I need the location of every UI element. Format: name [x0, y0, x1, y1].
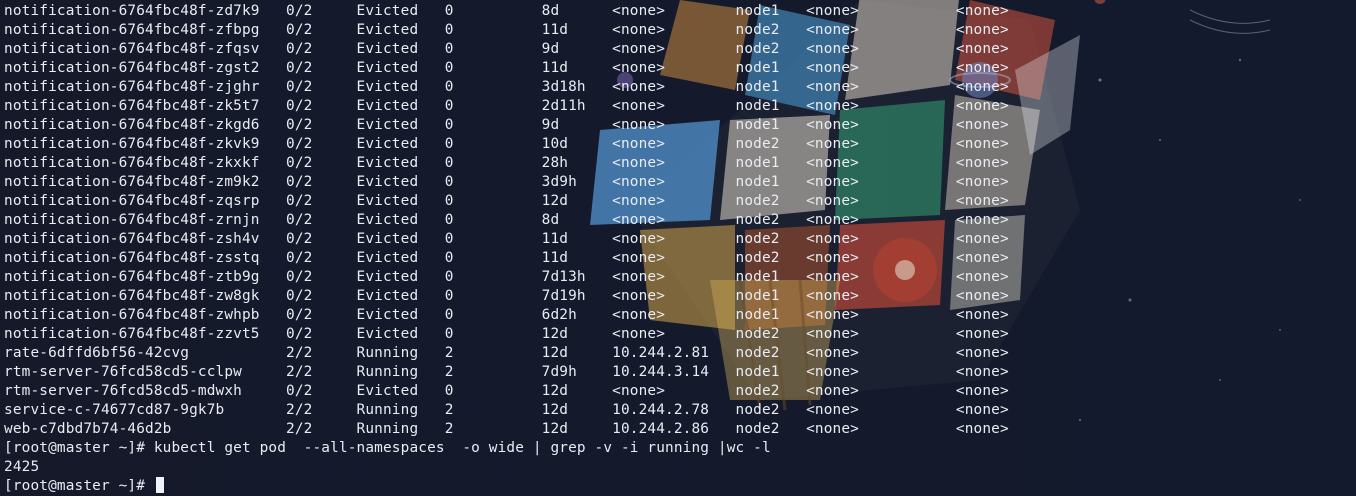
output-line: notification-6764fbc48f-zw8gk 0/2 Evicte…	[4, 288, 1009, 304]
output-line: notification-6764fbc48f-zfbpg 0/2 Evicte…	[4, 22, 1009, 38]
output-line: notification-6764fbc48f-zgst2 0/2 Evicte…	[4, 60, 1009, 76]
output-line: notification-6764fbc48f-zsh4v 0/2 Evicte…	[4, 231, 1009, 247]
output-line: notification-6764fbc48f-zfqsv 0/2 Evicte…	[4, 41, 1009, 57]
text-cursor	[155, 477, 164, 493]
output-line: rtm-server-76fcd58cd5-mdwxh 0/2 Evicted …	[4, 383, 1009, 399]
output-line: notification-6764fbc48f-zwhpb 0/2 Evicte…	[4, 307, 1009, 323]
output-line: rate-6dffd6bf56-42cvg 2/2 Running 2 12d …	[4, 345, 1009, 361]
starfield-decoration	[1078, 9, 1301, 422]
output-line: notification-6764fbc48f-zkgd6 0/2 Evicte…	[4, 117, 1009, 133]
output-line: notification-6764fbc48f-zqsrp 0/2 Evicte…	[4, 193, 1009, 209]
output-line: web-c7dbd7b74-46d2b 2/2 Running 2 12d 10…	[4, 421, 1009, 437]
prompt-line[interactable]: [root@master ~]#	[4, 477, 1009, 496]
output-line: service-c-74677cd87-9gk7b 2/2 Running 2 …	[4, 402, 1009, 418]
output-line: notification-6764fbc48f-zzvt5 0/2 Evicte…	[4, 326, 1009, 342]
command-line: [root@master ~]# kubectl get pod --all-n…	[4, 440, 771, 456]
output-line: notification-6764fbc48f-zkxkf 0/2 Evicte…	[4, 155, 1009, 171]
output-line: rtm-server-76fcd58cd5-cclpw 2/2 Running …	[4, 364, 1009, 380]
output-line: notification-6764fbc48f-zm9k2 0/2 Evicte…	[4, 174, 1009, 190]
output-line: notification-6764fbc48f-ztb9g 0/2 Evicte…	[4, 269, 1009, 285]
output-line: notification-6764fbc48f-zrnjn 0/2 Evicte…	[4, 212, 1009, 228]
command-result: 2425	[4, 459, 40, 475]
terminal-output: notification-6764fbc48f-zd7k9 0/2 Evicte…	[4, 2, 1009, 496]
shell-prompt: [root@master ~]#	[4, 478, 154, 494]
output-line: notification-6764fbc48f-zsstq 0/2 Evicte…	[4, 250, 1009, 266]
output-line: notification-6764fbc48f-zjghr 0/2 Evicte…	[4, 79, 1009, 95]
output-line: notification-6764fbc48f-zd7k9 0/2 Evicte…	[4, 3, 1009, 19]
output-line: notification-6764fbc48f-zkvk9 0/2 Evicte…	[4, 136, 1009, 152]
terminal-window[interactable]: notification-6764fbc48f-zd7k9 0/2 Evicte…	[0, 0, 1356, 496]
output-line: notification-6764fbc48f-zk5t7 0/2 Evicte…	[4, 98, 1009, 114]
